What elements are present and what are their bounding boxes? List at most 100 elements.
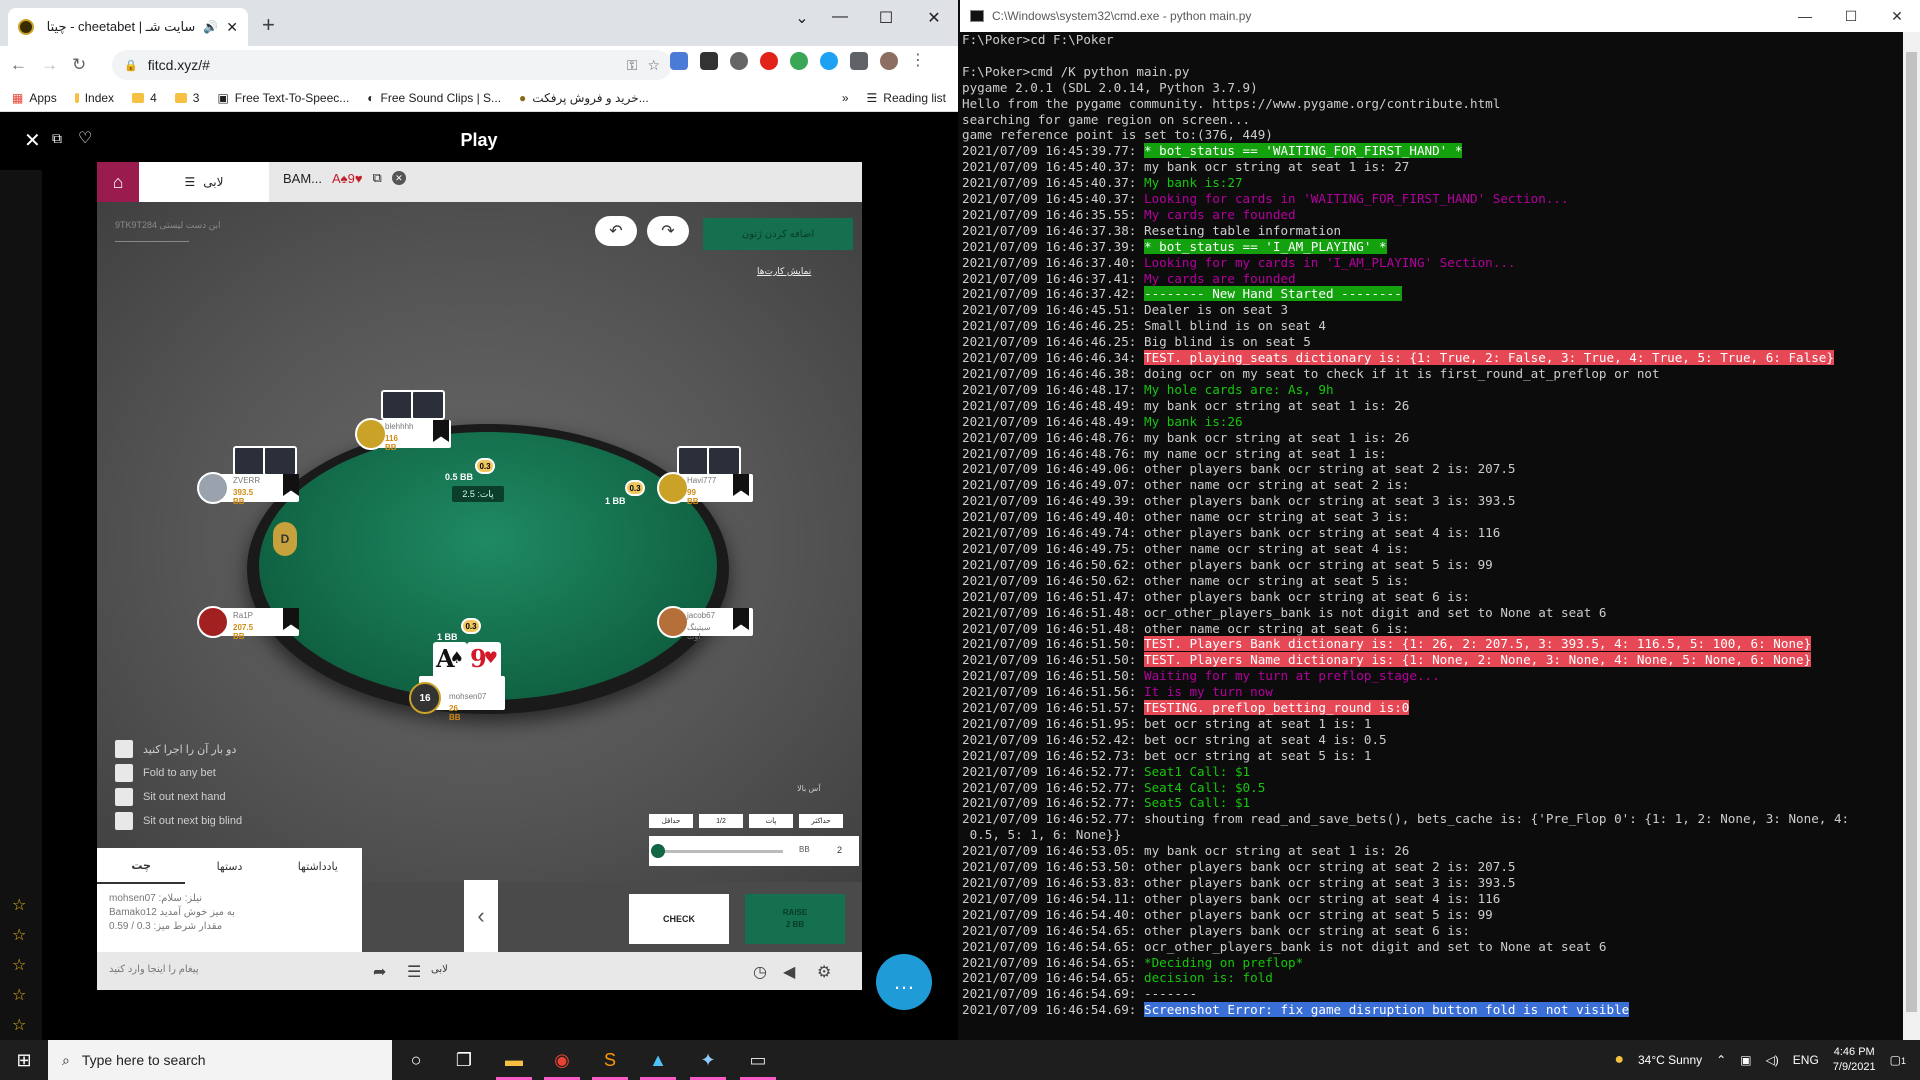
tray-expand-icon[interactable]: ⌃	[1716, 1053, 1726, 1067]
screenshot-extension-icon[interactable]	[700, 52, 718, 70]
clock[interactable]: 4:46 PM 7/9/2021	[1833, 1045, 1876, 1075]
star-icon[interactable]: ☆	[12, 1015, 26, 1035]
windows-start-icon[interactable]: ⊞	[0, 1040, 48, 1080]
puzzle-extensions-icon[interactable]	[850, 52, 868, 70]
more-bookmarks-chevron[interactable]: »	[842, 91, 849, 105]
star-icon[interactable]: ☆	[12, 925, 26, 945]
slider-knob[interactable]	[651, 844, 665, 858]
reload-icon[interactable]: ↻	[72, 55, 86, 75]
scrollbar-thumb[interactable]	[1906, 52, 1917, 1012]
slider-track[interactable]	[659, 850, 783, 853]
raise-button[interactable]: RAISE 2 BB	[745, 894, 845, 944]
history-icon[interactable]: ◷	[753, 962, 767, 982]
taskbar-search[interactable]: ⌕ Type here to search	[48, 1040, 392, 1080]
settings-gear-icon[interactable]: ⚙	[817, 962, 831, 982]
star-icon[interactable]: ☆	[12, 985, 26, 1005]
undo-icon[interactable]: ↶	[595, 216, 637, 246]
sublime-text-icon[interactable]: S	[586, 1040, 634, 1080]
globe-extension-icon[interactable]	[790, 52, 808, 70]
table-tab[interactable]: BAM... A♠9♥ ⧉ ✕	[283, 170, 406, 186]
cmd-taskbar-icon[interactable]: ▭	[734, 1040, 782, 1080]
file-explorer-icon[interactable]: ▬	[490, 1040, 538, 1080]
tab-notes[interactable]: یادداشتها	[274, 848, 362, 884]
slider-value[interactable]: 2	[837, 845, 842, 855]
bet-pot-button[interactable]: پات	[749, 814, 793, 828]
tab-chat[interactable]: چت	[97, 848, 186, 884]
minimize-button[interactable]: —	[820, 8, 860, 26]
bottom-lobby-label[interactable]: لابی	[431, 964, 448, 975]
bookmark-star-icon[interactable]: ☆	[647, 57, 660, 74]
menu-dots-icon[interactable]: ⋮	[910, 52, 928, 70]
url-text[interactable]: fitcd.xyz/#	[148, 57, 210, 73]
close-window-button[interactable]: ✕	[1874, 0, 1920, 32]
close-table-icon[interactable]: ✕	[391, 171, 406, 185]
speed-extension-icon[interactable]	[730, 52, 748, 70]
share-arrow-icon[interactable]: ➦	[373, 962, 386, 982]
home-icon[interactable]: ⌂	[97, 162, 139, 202]
notifications-icon[interactable]: ▢1	[1890, 1053, 1906, 1067]
lobby-list-icon[interactable]: ☰	[407, 962, 421, 982]
bookmark-perfect-money[interactable]: ● خرید و فروش پرفکت...	[519, 91, 649, 105]
chat-input[interactable]: پیغام را اینجا وارد کنید	[109, 964, 199, 975]
star-icon[interactable]: ☆	[12, 955, 26, 975]
profile-avatar[interactable]	[880, 52, 898, 70]
support-chat-icon[interactable]: …	[876, 954, 932, 1010]
blue-extension-icon[interactable]	[820, 52, 838, 70]
bet-half-pot-button[interactable]: 1/2	[699, 814, 743, 828]
bookmark-folder-4[interactable]: 4	[132, 91, 157, 105]
python-idle-icon[interactable]: ✦	[684, 1040, 732, 1080]
new-tab-button[interactable]: +	[262, 12, 275, 38]
bet-slider[interactable]: BB 2	[649, 836, 859, 866]
weather-text[interactable]: 34°C Sunny	[1638, 1053, 1702, 1067]
translate-extension-icon[interactable]	[670, 52, 688, 70]
address-bar[interactable]: 🔒 fitcd.xyz/# ⚿ ☆	[112, 50, 672, 80]
tab-search-icon[interactable]: ⌄	[782, 8, 822, 28]
show-cards-link[interactable]: نمایش کارت‌ها	[757, 266, 811, 277]
run-it-twice-checkbox[interactable]: دو بار آن را اجرا کنید	[115, 740, 242, 758]
opera-extension-icon[interactable]	[760, 52, 778, 70]
cortana-icon[interactable]: ○	[392, 1040, 440, 1080]
network-icon[interactable]: ▣	[1740, 1053, 1751, 1067]
bookmarks-bar: ▦ Apps Index 4 3 ▣ Free Text-To-Speec... ◐…	[0, 84, 958, 112]
speaker-icon[interactable]: 🔊	[203, 20, 218, 34]
bet-chip: 0.3	[475, 458, 495, 474]
hand-info-link[interactable]	[115, 232, 189, 242]
bookmark-index[interactable]: Index	[74, 91, 114, 105]
browser-tab[interactable]: سایت شـ | cheetabet - چیتا بت 🔊 ✕	[8, 8, 248, 46]
minimize-button[interactable]: —	[1782, 0, 1828, 32]
star-icon[interactable]: ☆	[12, 895, 26, 915]
close-tab-icon[interactable]: ✕	[226, 19, 238, 36]
bet-max-button[interactable]: حداکثر	[799, 814, 843, 828]
redo-icon[interactable]: ↷	[647, 216, 689, 246]
console-output: F:\Poker>cd F:\Poker F:\Poker>cmd /K pyth…	[962, 32, 1902, 1040]
chevron-left-icon[interactable]: ‹	[464, 880, 498, 952]
key-icon[interactable]: ⚿	[627, 57, 638, 74]
scrollbar[interactable]	[1903, 32, 1920, 1040]
volume-icon[interactable]: ◁)	[1766, 1053, 1779, 1067]
forward-arrow-icon[interactable]: →	[41, 55, 58, 75]
back-arrow-icon[interactable]: ←	[10, 55, 27, 75]
bookmark-tts[interactable]: ▣ Free Text-To-Speec...	[217, 91, 349, 105]
lobby-tab[interactable]: ☰ لابی	[139, 162, 269, 202]
bookmark-folder-3[interactable]: 3	[174, 91, 199, 105]
bookmark-sound-clips[interactable]: ◐ Free Sound Clips | S...	[367, 91, 501, 105]
sit-out-next-big-blind-checkbox[interactable]: Sit out next big blind	[115, 812, 242, 830]
close-window-button[interactable]: ✕	[914, 8, 954, 28]
language-indicator[interactable]: ENG	[1793, 1053, 1819, 1067]
photos-icon[interactable]: ▲	[634, 1040, 682, 1080]
bookmark-apps[interactable]: ▦ Apps	[12, 91, 57, 105]
maximize-button[interactable]: ☐	[1828, 0, 1874, 32]
bet-min-button[interactable]: حداقل	[649, 814, 693, 828]
add-chips-button[interactable]: اضافه کردن ژتون	[703, 218, 853, 250]
sit-out-next-hand-checkbox[interactable]: Sit out next hand	[115, 788, 242, 806]
fold-to-any-bet-checkbox[interactable]: Fold to any bet	[115, 764, 242, 782]
tab-hands[interactable]: دستها	[185, 848, 273, 884]
detach-icon[interactable]: ⧉	[373, 170, 382, 186]
chrome-icon[interactable]: ◉	[538, 1040, 586, 1080]
task-view-icon[interactable]: ❐	[440, 1040, 488, 1080]
reading-list[interactable]: ☰ Reading list	[867, 91, 946, 105]
maximize-button[interactable]: ☐	[866, 8, 906, 28]
check-button[interactable]: CHECK	[629, 894, 729, 944]
sun-weather-icon[interactable]: ●	[1614, 1051, 1624, 1069]
sound-icon[interactable]: ◀	[783, 962, 795, 982]
